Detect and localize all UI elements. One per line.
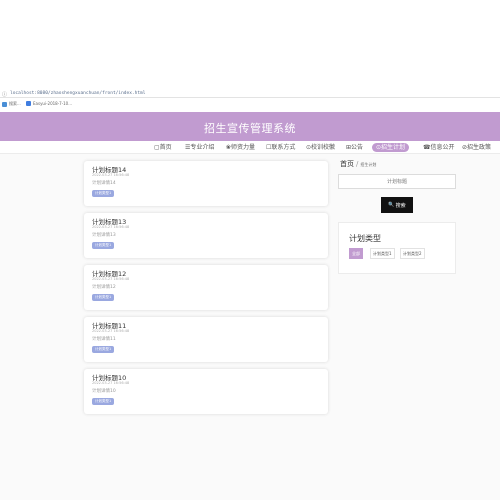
- search-button[interactable]: 🔍 搜索: [381, 197, 413, 213]
- plan-date: 2022-03-27 16:56:48: [92, 225, 130, 229]
- plan-type-tag: 计划类型1: [92, 294, 115, 301]
- breadcrumb-separator: /: [356, 160, 359, 168]
- breadcrumb: 首页 / 招生计划: [340, 159, 376, 169]
- url-text[interactable]: localhost:8080/zhaoshengxuanchuan/front/…: [10, 91, 145, 96]
- plan-type-tag: 计划类型1: [92, 190, 115, 197]
- plan-date: 2022-03-27 16:56:48: [92, 329, 130, 333]
- nav-item-contact[interactable]: ☐联系方式: [262, 143, 299, 152]
- filter-title: 计划类型: [349, 234, 381, 243]
- nav-item-plan[interactable]: ⊙招生计划: [372, 143, 410, 152]
- plan-type-tag: 计划类型1: [92, 242, 115, 249]
- nav-label: 校训校徽: [311, 144, 336, 151]
- bookmark-label: 搜索...: [9, 101, 21, 106]
- plan-type-filter: 计划类型 全部 计划类型1 计划类型2: [338, 222, 456, 274]
- search-button-label: 搜索: [395, 202, 406, 209]
- breadcrumb-current: 招生计划: [360, 162, 377, 167]
- type-option-2[interactable]: 计划类型2: [400, 248, 425, 259]
- nav-item-majors[interactable]: ☰专业介绍: [181, 143, 218, 152]
- nav-label: 师资力量: [231, 144, 256, 151]
- plan-desc: 计划详情11: [92, 337, 116, 342]
- info-icon[interactable]: ⓘ: [2, 91, 7, 98]
- plan-type-tag: 计划类型1: [92, 346, 115, 353]
- bookmark-favicon-icon: [26, 101, 31, 106]
- nav-item-notice[interactable]: ⊞公告: [342, 143, 367, 152]
- nav-item-info[interactable]: ☎信息公开: [419, 143, 459, 152]
- nav-label: 专业介绍: [190, 144, 215, 151]
- plan-card[interactable]: 计划标题10 2022-03-27 16:56:48 计划详情10 计划类型1: [84, 369, 328, 414]
- nav-item-motto[interactable]: ⊙校训校徽: [302, 143, 339, 152]
- nav-label: 首页: [159, 144, 172, 151]
- plan-desc: 计划详情12: [92, 285, 116, 290]
- type-option-1[interactable]: 计划类型1: [370, 248, 395, 259]
- bookmark-item[interactable]: 搜索...: [2, 101, 21, 107]
- bookmark-item[interactable]: Easyui-2018-7-10...: [26, 101, 72, 106]
- nav-item-faculty[interactable]: ❀师资力量: [222, 143, 259, 152]
- plan-date: 2022-03-27 16:56:48: [92, 277, 130, 281]
- bookmarks-bar: 搜索... Easyui-2018-7-10...: [0, 100, 500, 109]
- search-input[interactable]: [338, 174, 456, 189]
- site-title: 招生宣传管理系统: [204, 122, 296, 135]
- sidebar: 首页 / 招生计划 🔍搜索 计划类型 全部 计划类型1 计划类型2: [338, 154, 458, 294]
- main-nav: ▢首页 ☰专业介绍 ❀师资力量 ☐联系方式 ⊙校训校徽 ⊞公告 ⊙招生计划 ☎信…: [0, 141, 500, 154]
- nav-label: 公告: [351, 144, 364, 151]
- nav-item-policy[interactable]: ⊘招生政策: [458, 143, 495, 152]
- plan-card[interactable]: 计划标题13 2022-03-27 16:56:48 计划详情13 计划类型1: [84, 213, 328, 258]
- site-banner: 招生宣传管理系统: [0, 112, 500, 141]
- plan-card[interactable]: 计划标题12 2022-03-27 16:56:48 计划详情12 计划类型1: [84, 265, 328, 310]
- plan-date: 2022-03-27 16:56:48: [92, 173, 130, 177]
- nav-label: 招生计划: [381, 144, 406, 151]
- bookmark-favicon-icon: [2, 101, 7, 107]
- plan-date: 2022-03-27 16:56:48: [92, 381, 130, 385]
- bookmark-label: Easyui-2018-7-10...: [33, 101, 73, 106]
- plan-desc: 计划详情10: [92, 389, 116, 394]
- address-bar[interactable]: ⓘ localhost:8080/zhaoshengxuanchuan/fron…: [0, 90, 500, 98]
- nav-item-home[interactable]: ▢首页: [150, 143, 176, 152]
- nav-label: 招生政策: [467, 144, 492, 151]
- plan-desc: 计划详情14: [92, 181, 116, 186]
- browser-chrome: ⓘ localhost:8080/zhaoshengxuanchuan/fron…: [0, 0, 500, 112]
- plan-card[interactable]: 计划标题14 2022-03-27 16:56:48 计划详情14 计划类型1: [84, 161, 328, 206]
- plan-desc: 计划详情13: [92, 233, 116, 238]
- nav-label: 信息公开: [430, 144, 455, 151]
- breadcrumb-home[interactable]: 首页: [340, 159, 354, 169]
- plan-card[interactable]: 计划标题11 2022-03-27 16:56:48 计划详情11 计划类型1: [84, 317, 328, 362]
- content-area: 计划标题14 2022-03-27 16:56:48 计划详情14 计划类型1 …: [0, 154, 500, 500]
- search-icon: 🔍: [388, 202, 395, 208]
- nav-label: 联系方式: [271, 144, 296, 151]
- type-option-all[interactable]: 全部: [349, 248, 363, 259]
- plan-type-tag: 计划类型1: [92, 398, 115, 405]
